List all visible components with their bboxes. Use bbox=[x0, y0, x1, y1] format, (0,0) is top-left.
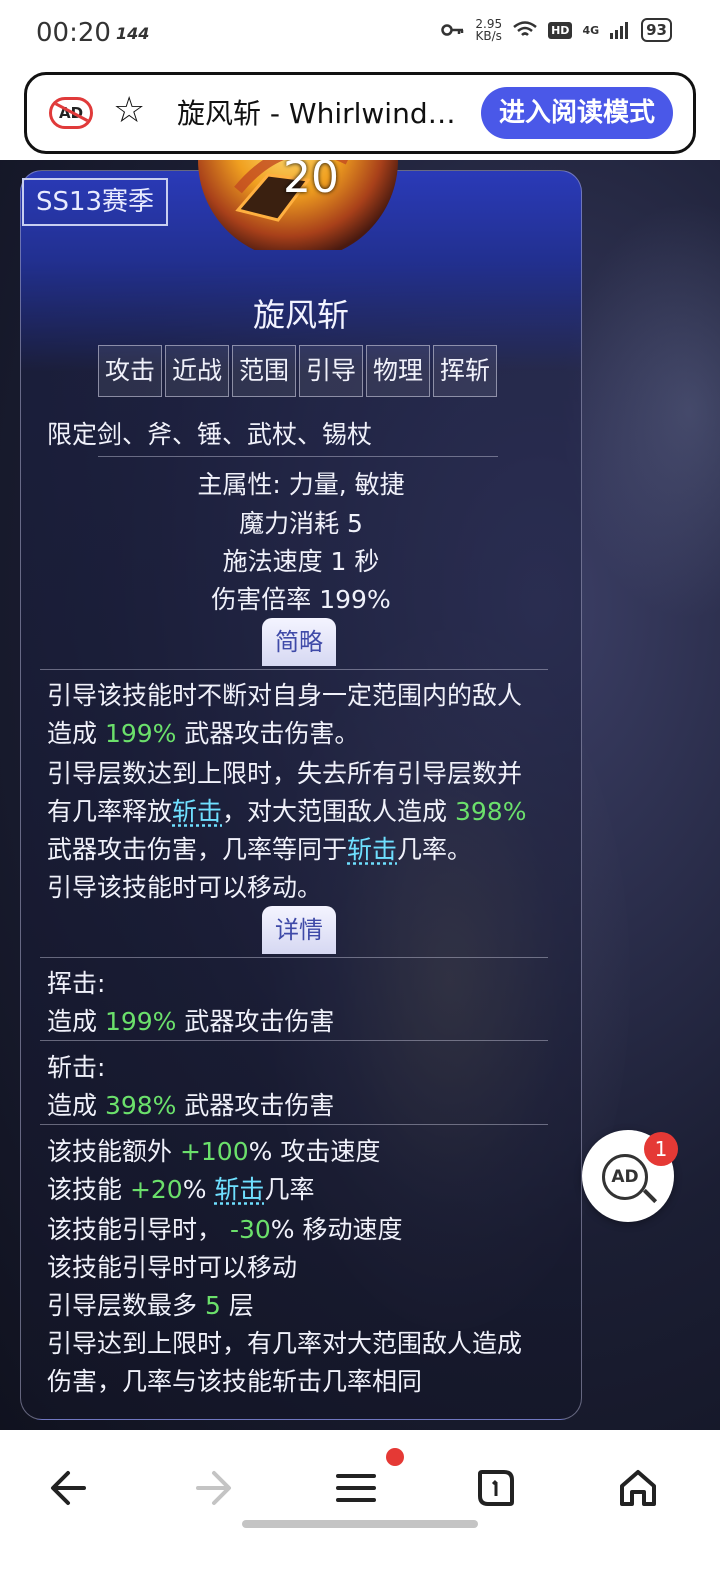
wifi-icon bbox=[513, 21, 537, 36]
forward-arrow-icon[interactable] bbox=[184, 1458, 244, 1518]
details-strike-damage: 造成 398% 武器攻击伤害 bbox=[47, 1091, 335, 1120]
background-art-wing bbox=[560, 200, 720, 620]
stat-main-attribute: 主属性: 力量, 敏捷 bbox=[197, 470, 405, 499]
stat-mana-cost: 魔力消耗 5 bbox=[239, 509, 363, 538]
signal-icon bbox=[610, 22, 629, 39]
summary-line: 造成 199% 武器攻击伤害。 bbox=[47, 719, 360, 748]
hd-icon: HD bbox=[548, 21, 573, 39]
reader-mode-button[interactable]: 进入阅读模式 bbox=[480, 87, 673, 139]
summary-line: 引导层数达到上限时，失去所有引导层数并 bbox=[47, 759, 523, 788]
summary-line: 引导该技能时不断对自身一定范围内的敌人 bbox=[47, 681, 523, 710]
tag-slash: 挥斩 bbox=[433, 345, 497, 397]
slash-strike-link[interactable]: 斩击 bbox=[347, 835, 397, 864]
details-slash-damage: 造成 199% 武器攻击伤害 bbox=[47, 1007, 335, 1036]
stat-cast-speed: 施法速度 1 秒 bbox=[222, 547, 380, 576]
summary-line: 武器攻击伤害，几率等同于斩击几率。 bbox=[47, 835, 473, 864]
skill-tags: 攻击 近战 范围 引导 物理 挥斩 bbox=[98, 345, 497, 397]
tag-attack: 攻击 bbox=[98, 345, 162, 397]
modifier-line: 该技能 +20% 斩击几率 bbox=[47, 1175, 315, 1204]
modifier-line: 引导达到上限时，有几率对大范围敌人造成 bbox=[47, 1329, 523, 1358]
gesture-home-bar[interactable] bbox=[242, 1520, 478, 1528]
key-icon bbox=[441, 24, 464, 36]
magnifier-handle bbox=[642, 1188, 658, 1204]
menu-icon[interactable] bbox=[326, 1458, 386, 1518]
tab-details[interactable]: 详情 bbox=[262, 906, 336, 954]
details-slash-title: 挥击: bbox=[47, 969, 106, 998]
refresh-rate: 144 bbox=[116, 24, 150, 43]
season-badge: SS13赛季 bbox=[22, 178, 168, 226]
summary-line: 有几率释放斩击，对大范围敌人造成 398% bbox=[47, 797, 527, 826]
home-icon[interactable] bbox=[608, 1458, 668, 1518]
network-type: 4G bbox=[582, 23, 600, 37]
web-content: SS13赛季 20 旋风斩 攻击 近战 范围 引导 物理 挥斩 限定剑、斧、锤、… bbox=[0, 160, 720, 1430]
ad-count-badge: 1 bbox=[644, 1132, 678, 1166]
modifier-line: 该技能引导时可以移动 bbox=[47, 1253, 298, 1282]
modifier-line: 该技能额外 +100% 攻击速度 bbox=[47, 1137, 381, 1166]
divider bbox=[40, 957, 548, 958]
ad-block-icon[interactable]: AD bbox=[49, 97, 93, 129]
bookmark-star-icon[interactable]: ☆ bbox=[113, 91, 145, 131]
page-title[interactable]: 旋风斩 - Whirlwind - 流放之路 bbox=[177, 95, 462, 133]
summary-line: 引导该技能时可以移动。 bbox=[47, 873, 323, 902]
slash-strike-link[interactable]: 斩击 bbox=[214, 1175, 264, 1204]
tab-summary[interactable]: 简略 bbox=[262, 618, 336, 666]
divider bbox=[40, 1040, 548, 1041]
ad-search-icon: AD bbox=[602, 1154, 648, 1200]
status-icons: 2.95 KB/s HD 4G 93 bbox=[441, 18, 672, 42]
slash-strike-link[interactable]: 斩击 bbox=[172, 797, 222, 826]
weapon-restriction: 限定剑、斧、锤、武杖、锡杖 bbox=[47, 420, 373, 449]
skill-level: 20 bbox=[283, 160, 339, 203]
menu-notification-dot bbox=[386, 1448, 404, 1466]
modifier-line: 引导层数最多 5 层 bbox=[47, 1291, 254, 1320]
battery-level: 93 bbox=[641, 18, 672, 42]
tag-channel: 引导 bbox=[299, 345, 363, 397]
status-time: 00:20 bbox=[36, 18, 111, 48]
bottom-navigation bbox=[0, 1430, 720, 1592]
skill-name: 旋风斩 bbox=[252, 296, 349, 334]
tabs-icon[interactable] bbox=[466, 1458, 526, 1518]
network-speed: 2.95 KB/s bbox=[475, 17, 503, 43]
modifier-line: 该技能引导时， -30% 移动速度 bbox=[47, 1215, 403, 1244]
tag-area: 范围 bbox=[232, 345, 296, 397]
address-bar: AD ☆ 旋风斩 - Whirlwind - 流放之路 进入阅读模式 bbox=[24, 72, 696, 154]
modifier-line: 伤害，几率与该技能斩击几率相同 bbox=[47, 1367, 423, 1396]
tag-melee: 近战 bbox=[165, 345, 229, 397]
stat-damage-multiplier: 伤害倍率 199% bbox=[211, 585, 391, 614]
status-bar: 00:20 144 2.95 KB/s HD 4G 93 bbox=[0, 0, 720, 66]
back-arrow-icon[interactable] bbox=[38, 1458, 98, 1518]
divider bbox=[40, 669, 548, 670]
details-strike-title: 斩击: bbox=[47, 1053, 106, 1082]
divider bbox=[98, 456, 498, 457]
tag-physical: 物理 bbox=[366, 345, 430, 397]
divider bbox=[40, 1124, 548, 1125]
